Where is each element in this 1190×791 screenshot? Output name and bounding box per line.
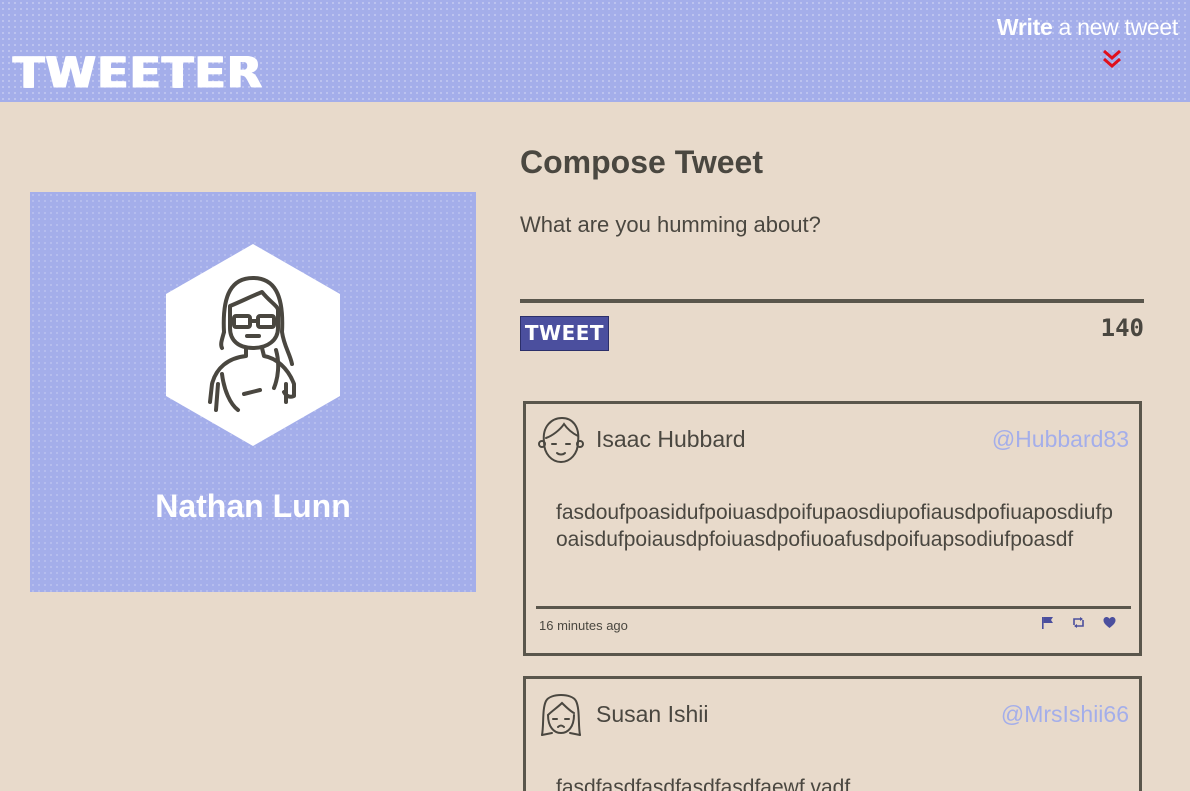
compose-title: Compose Tweet (520, 144, 763, 180)
write-new-tweet-toggle[interactable]: Write a new tweet (978, 14, 1178, 74)
tweet-timestamp: 16 minutes ago (539, 618, 628, 633)
man-avatar-icon (538, 416, 584, 464)
tweet-submit-button[interactable]: TWEET (520, 316, 609, 351)
character-counter: 140 (1100, 314, 1144, 342)
retweet-icon[interactable] (1071, 615, 1086, 630)
woman-avatar-icon (541, 694, 581, 736)
tweet-body: fasdfasdfasdfasdfasdfaewf vadf (556, 776, 851, 791)
compose-tweet-input[interactable] (520, 208, 1144, 300)
tweet-author-handle[interactable]: @Hubbard83 (992, 426, 1129, 453)
tweet-divider (536, 606, 1131, 609)
brand-logo[interactable]: TWEETER (13, 50, 263, 96)
tweet-body: fasdoufpoasidufpoiuasdpoifupaosdiupofiau… (556, 501, 1113, 551)
write-bold-label: Write (996, 14, 1053, 40)
tweet-author-handle[interactable]: @MrsIshii66 (1001, 701, 1129, 728)
write-rest-label: a new tweet (1052, 14, 1179, 40)
tweet-card: Susan Ishii @MrsIshii66 fasdfasdfasdfasd… (523, 676, 1142, 791)
profile-name: Nathan Lunn (155, 488, 351, 524)
tweet-card: Isaac Hubbard @Hubbard83 fasdoufpoasiduf… (523, 401, 1142, 656)
compose-divider (520, 299, 1144, 303)
profile-card: Nathan Lunn (30, 192, 476, 592)
flag-icon[interactable] (1040, 615, 1055, 630)
double-chevron-down-icon[interactable] (1100, 48, 1124, 72)
tweet-author-name: Susan Ishii (596, 701, 709, 727)
tweet-author-name: Isaac Hubbard (596, 426, 746, 452)
tweet-actions (1040, 615, 1117, 630)
write-new-tweet-label[interactable]: Write a new tweet (997, 14, 1178, 41)
heart-icon[interactable] (1102, 615, 1117, 630)
woman-avatar-icon (166, 244, 340, 446)
top-nav: TWEETER Write a new tweet (0, 0, 1190, 102)
